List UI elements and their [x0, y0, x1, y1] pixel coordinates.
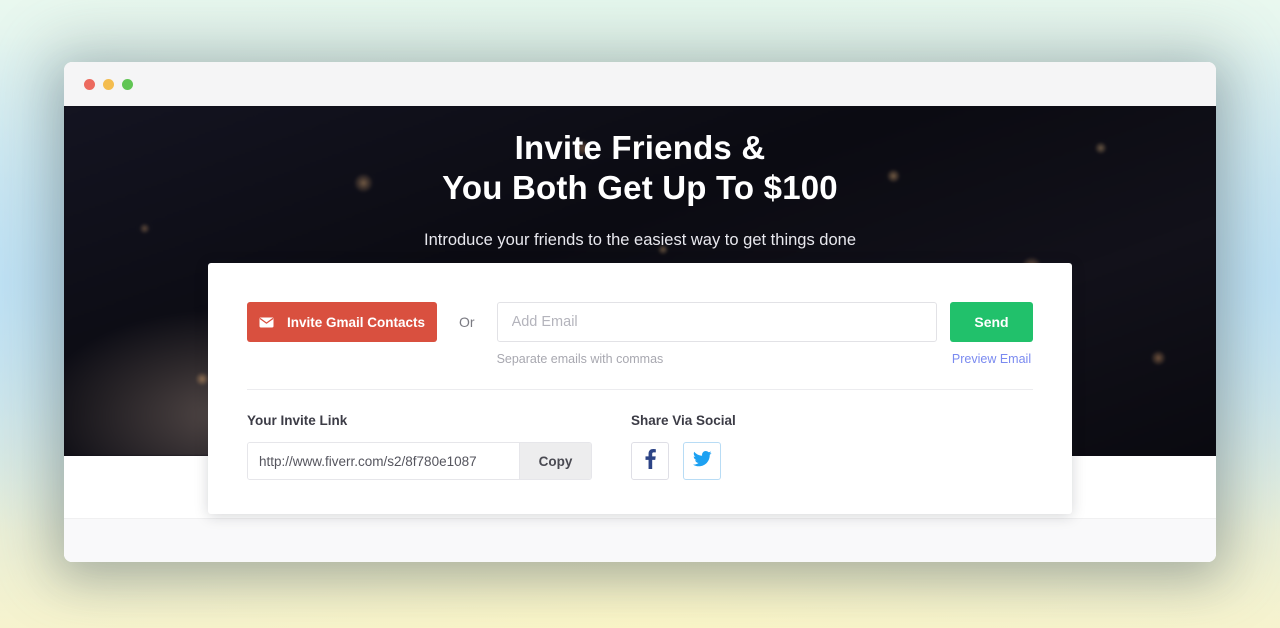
facebook-icon [645, 448, 656, 474]
hero-content: Invite Friends & You Both Get Up To $100… [64, 106, 1216, 250]
social-buttons-group [631, 442, 736, 480]
or-separator-label: Or [459, 314, 475, 330]
invite-gmail-contacts-label: Invite Gmail Contacts [286, 314, 426, 330]
email-input-hint: Separate emails with commas [496, 352, 664, 366]
browser-window: Invite Friends & You Both Get Up To $100… [64, 62, 1216, 562]
invite-gmail-contacts-button[interactable]: Invite Gmail Contacts [247, 302, 437, 342]
card-bottom-row: Your Invite Link Copy Share Via Social [247, 390, 1033, 480]
window-close-button[interactable] [84, 78, 95, 90]
hero-title-line-2: You Both Get Up To $100 [442, 168, 838, 206]
window-maximize-button[interactable] [122, 78, 133, 90]
envelope-icon [259, 317, 274, 328]
page-backdrop: Invite Friends & You Both Get Up To $100… [0, 0, 1280, 628]
send-button[interactable]: Send [950, 302, 1033, 342]
invite-link-section: Your Invite Link Copy [247, 413, 592, 480]
browser-titlebar [64, 62, 1216, 106]
invite-link-input[interactable] [248, 443, 519, 479]
hero-title-line-1: Invite Friends & [514, 129, 766, 166]
share-social-heading: Share Via Social [631, 413, 736, 428]
page-title: Invite Friends & You Both Get Up To $100 [64, 128, 1216, 207]
page-footer-strip [64, 518, 1216, 562]
twitter-icon [692, 450, 712, 472]
invite-link-heading: Your Invite Link [247, 413, 348, 428]
email-input-column: Separate emails with commas [496, 302, 937, 366]
share-twitter-button[interactable] [683, 442, 721, 480]
invite-link-group: Copy [247, 442, 592, 480]
hero-subtitle: Introduce your friends to the easiest wa… [423, 231, 856, 250]
preview-email-link[interactable]: Preview Email [950, 352, 1033, 366]
share-facebook-button[interactable] [631, 442, 669, 480]
add-email-input[interactable] [496, 302, 937, 342]
copy-link-button[interactable]: Copy [519, 443, 591, 479]
window-minimize-button[interactable] [103, 78, 114, 90]
send-column: Send Preview Email [950, 302, 1033, 366]
invite-form-row: Invite Gmail Contacts Or Separate emails… [247, 302, 1033, 366]
share-social-section: Share Via Social [631, 413, 736, 480]
invite-card: Invite Gmail Contacts Or Separate emails… [208, 263, 1072, 514]
